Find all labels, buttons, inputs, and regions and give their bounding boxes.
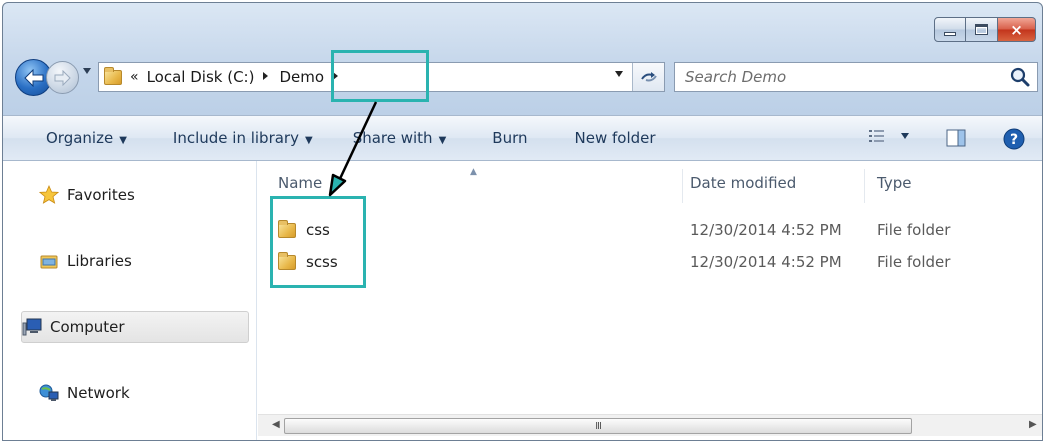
explorer-window: × « Local Disk (C:) Demo Search Demo Org… [2,2,1043,441]
minimize-icon [944,31,956,36]
preview-pane-icon [946,129,966,147]
sidebar-item-label: Network [67,384,130,402]
forward-button[interactable] [46,61,79,94]
file-type: File folder [877,221,951,239]
close-button[interactable]: × [998,17,1036,42]
organize-menu[interactable]: Organize ▼ [46,129,127,147]
libraries-icon [39,251,59,271]
maximize-icon [975,24,988,35]
refresh-button[interactable] [632,63,664,91]
navigation-bar: « Local Disk (C:) Demo [3,56,1042,100]
file-type: File folder [877,253,951,271]
back-arrow-icon [23,68,43,87]
sort-ascending-icon: ▲ [470,167,477,177]
maximize-button[interactable] [966,17,998,42]
scroll-grip: III [595,420,602,432]
table-row[interactable]: scss 12/30/2014 4:52 PM File folder [258,247,1042,277]
folder-icon [104,67,122,85]
sidebar-item-computer[interactable]: Computer [21,311,249,343]
search-icon[interactable] [1009,66,1031,88]
scrollbar-thumb[interactable]: III [284,418,912,434]
file-date-modified: 12/30/2014 4:52 PM [690,221,842,239]
view-details-icon [869,130,884,142]
help-icon: ? [1003,128,1025,150]
close-icon: × [1010,20,1023,39]
breadcrumb-local-disk[interactable]: Local Disk (C:) [147,68,255,86]
breadcrumb-overflow[interactable]: « [130,69,139,85]
caption-buttons: × [934,17,1036,42]
horizontal-scrollbar[interactable]: ◀ III ▶ [258,414,1042,436]
file-date-modified: 12/30/2014 4:52 PM [690,253,842,271]
minimize-button[interactable] [934,17,966,42]
include-in-library-menu[interactable]: Include in library ▼ [173,129,313,147]
content-area: Favorites Libraries Computer Network ▲ N… [3,161,1042,440]
search-box[interactable] [674,62,1038,92]
navigation-pane: Favorites Libraries Computer Network [3,161,257,440]
column-header-date-modified[interactable]: Date modified [690,161,796,205]
star-icon [38,184,60,205]
burn-button[interactable]: Burn [492,129,527,147]
change-view-button[interactable] [868,128,910,144]
sidebar-item-label: Computer [50,318,125,336]
command-bar: Organize ▼ Include in library ▼ Share with… [3,115,1042,161]
chevron-down-icon [83,68,91,74]
annotation-highlight-folders [270,196,366,288]
chevron-down-icon [615,71,623,77]
breadcrumb-separator-icon[interactable] [262,71,269,84]
column-header-type[interactable]: Type [877,161,911,205]
network-icon [39,383,59,403]
breadcrumb-demo[interactable]: Demo [279,68,324,86]
column-divider[interactable] [682,169,683,203]
sidebar-item-label: Libraries [67,252,132,270]
column-divider[interactable] [864,169,865,203]
table-row[interactable]: css 12/30/2014 4:52 PM File folder [258,215,1042,245]
sidebar-item-network[interactable]: Network [21,377,130,409]
sidebar-item-label: Favorites [67,186,135,204]
refresh-icon [640,72,657,82]
forward-arrow-icon [54,69,71,86]
chevron-down-icon [901,133,909,139]
scroll-right-icon[interactable]: ▶ [1029,419,1037,430]
scroll-left-icon[interactable]: ◀ [272,419,280,430]
address-dropdown[interactable] [614,70,624,81]
share-with-menu[interactable]: Share with ▼ [353,129,447,147]
sidebar-item-favorites[interactable]: Favorites [21,179,135,211]
computer-icon [22,317,42,337]
help-button[interactable]: ? [1003,128,1025,154]
sidebar-item-libraries[interactable]: Libraries [21,245,132,277]
search-input[interactable] [675,64,1009,90]
preview-pane-button[interactable] [946,129,966,151]
recent-pages-dropdown[interactable] [82,67,92,78]
new-folder-button[interactable]: New folder [575,129,656,147]
file-list: ▲ Name Date modified Type css 12/30/2014… [258,161,1042,440]
annotation-highlight-demo-crumb [331,50,429,102]
svg-text:?: ? [1010,132,1018,148]
